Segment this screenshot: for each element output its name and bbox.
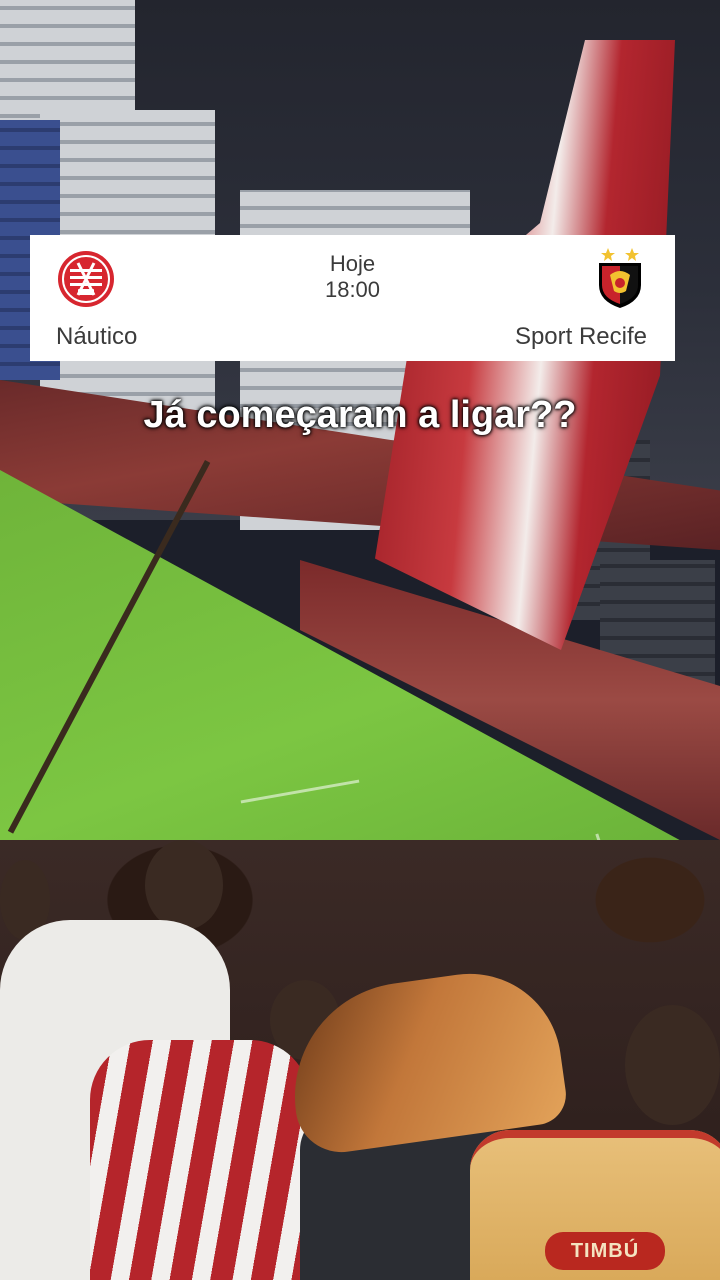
away-team-name: Sport Recife [514,323,647,350]
spectator-striped-shirt [90,1040,310,1280]
video-frame: TIMBÚ Hoje 18:00 Náutico Sport Recife Já… [0,0,720,1280]
match-day: Hoje [329,251,376,276]
sport-recife-crest-icon [599,248,641,308]
match-card[interactable]: Hoje 18:00 Náutico Sport Recife [30,235,675,361]
spectator-head [145,840,223,930]
shirt-logo: TIMBÚ [545,1232,665,1270]
spectator-head [625,1005,720,1125]
video-caption: Já começaram a ligar?? [143,394,577,436]
home-team-name: Náutico [56,323,138,350]
match-time: 18:00 [324,277,381,302]
